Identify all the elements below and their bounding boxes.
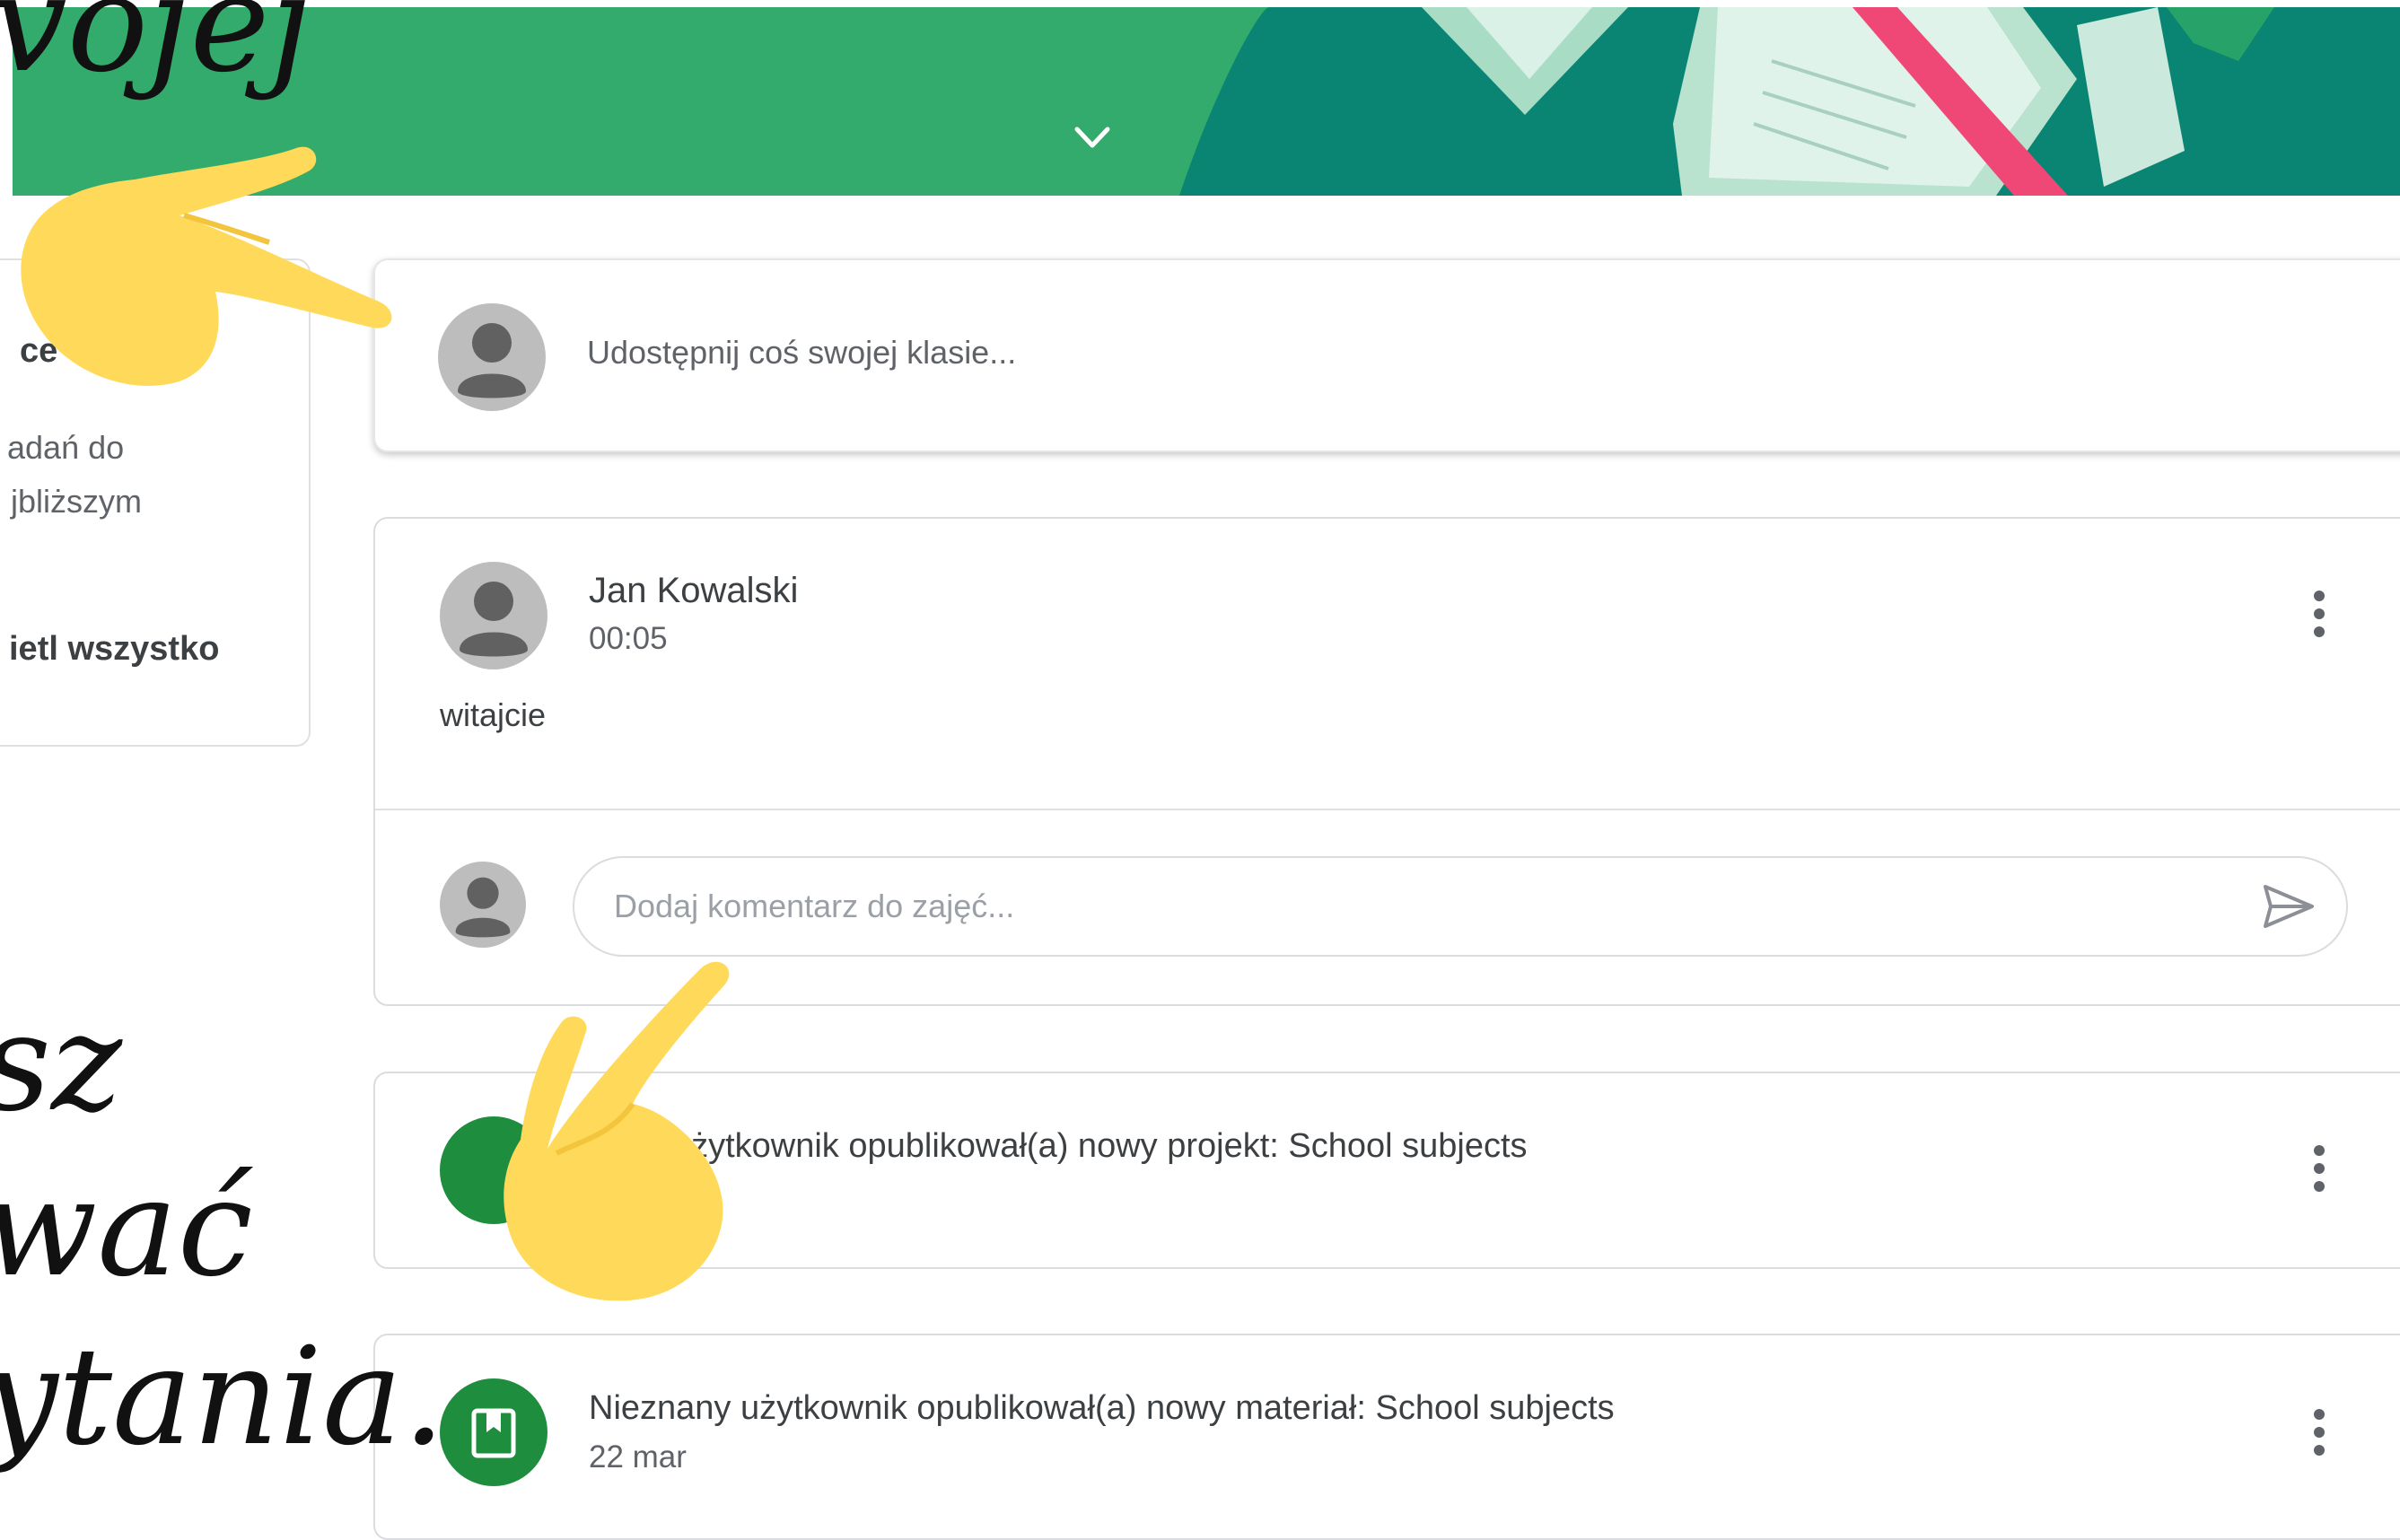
divider [375, 809, 2400, 810]
handwritten-text-line1: sz [0, 985, 123, 1142]
upcoming-text-line1: adań do [7, 429, 125, 466]
handwritten-text-line3: ytania. [0, 1319, 446, 1475]
post-body-text: witajcie [440, 696, 547, 733]
handwritten-text-top: vojej [0, 0, 311, 102]
person-icon [458, 323, 526, 398]
chevron-down-icon[interactable] [1073, 122, 1111, 154]
post-author-name: Jan Kowalski [589, 571, 799, 610]
more-vert-icon[interactable] [2310, 1143, 2328, 1194]
class-comment-input[interactable] [573, 856, 2348, 957]
share-prompt[interactable]: Udostępnij coś swojej klasie... [587, 334, 1016, 372]
stream-item-title: Nieznany użytkownik opublikował(a) nowy … [589, 1389, 1615, 1427]
pointing-hand-icon [21, 146, 392, 386]
more-vert-icon[interactable] [2310, 589, 2328, 639]
author-avatar [440, 562, 547, 669]
stream-item-date: 22 mar [589, 1439, 687, 1474]
handwritten-text-line2: wać [0, 1151, 253, 1307]
user-avatar [438, 303, 546, 411]
view-all-link[interactable]: ietl wszystko [9, 630, 219, 669]
more-vert-icon[interactable] [2310, 1407, 2328, 1457]
pointing-hand-icon [504, 961, 730, 1301]
book-icon [440, 1378, 547, 1486]
send-icon[interactable] [2260, 881, 2317, 932]
post-timestamp: 00:05 [589, 621, 668, 656]
stream-item-material[interactable] [373, 1334, 2400, 1540]
person-icon [460, 582, 528, 657]
upcoming-text-line2: jbliższym [11, 483, 143, 520]
